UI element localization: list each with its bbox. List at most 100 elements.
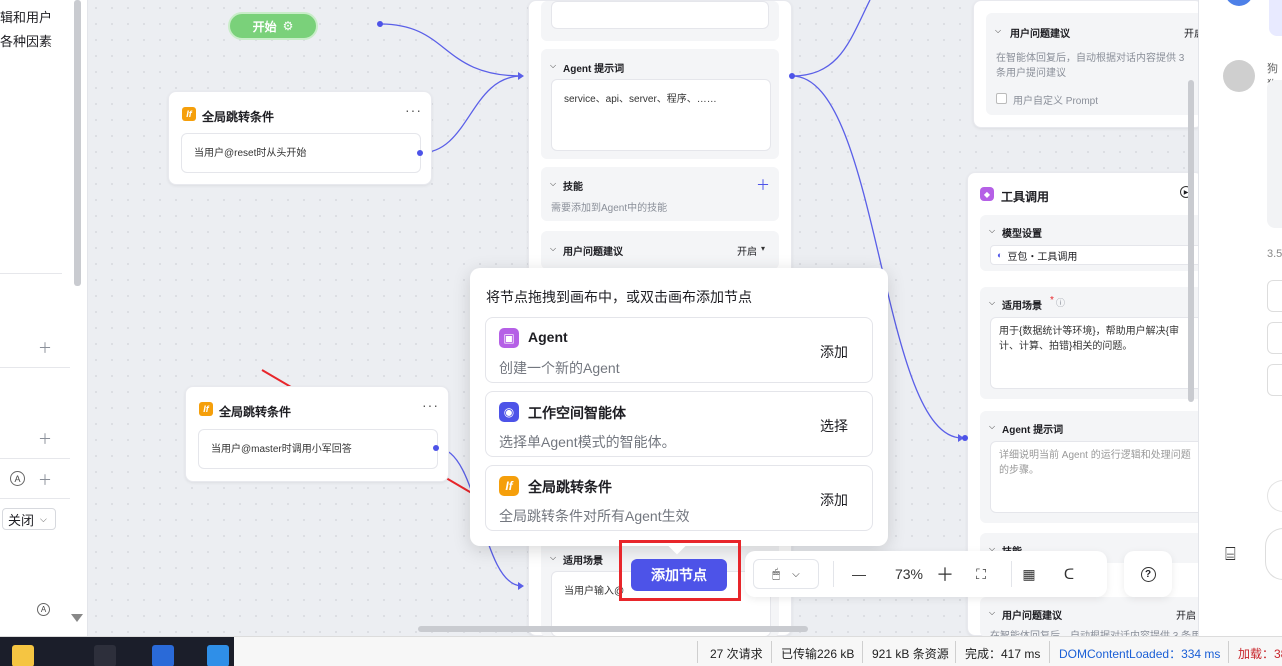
connector-agent-to-top <box>791 0 871 77</box>
chevron-down-icon[interactable]: ⌵ <box>989 422 995 432</box>
prompt-input[interactable]: 详细说明当前 Agent 的运行逻辑和处理问题的步骤。 <box>990 441 1204 513</box>
suggest-section: ⌵ 用户问题建议 开启 在智能体回复后，自动根据对话内容提供 3 条用户提问建议… <box>986 13 1204 115</box>
required-mark: * <box>1050 295 1054 306</box>
layout-grid-icon[interactable]: ▦ <box>1019 566 1039 583</box>
model-title: 模型设置 <box>1002 229 1042 240</box>
fit-view-icon[interactable]: ⛶ <box>971 566 991 583</box>
arrowhead <box>518 72 524 80</box>
condition-input[interactable]: 当用户@reset时从头开始 <box>181 133 421 173</box>
dom-loaded-time: DOMContentLoaded：334 ms <box>1059 647 1221 661</box>
jump2-output-port[interactable] <box>433 445 439 451</box>
arrowhead <box>518 582 524 590</box>
suggest-toggle[interactable]: 开启 <box>737 243 757 258</box>
skills-hint: 需要添加到Agent中的技能 <box>551 203 668 214</box>
divider <box>862 641 863 663</box>
add-jump-button[interactable]: 添加 <box>820 490 848 510</box>
canvas-vertical-scrollbar[interactable] <box>1188 80 1194 402</box>
suggestion-chip[interactable] <box>1267 364 1282 396</box>
info-icon[interactable]: ⓘ <box>1056 296 1065 309</box>
suggestion-chip[interactable] <box>1267 322 1282 354</box>
start-output-port[interactable] <box>377 21 383 27</box>
suggest-toggle[interactable]: 开启 <box>1176 607 1196 622</box>
chevron-down-icon[interactable]: ⌵ <box>989 298 995 308</box>
connector-start-to-agent <box>379 23 523 77</box>
card-desc: 全局跳转条件对所有Agent生效 <box>499 508 690 524</box>
tool-input-port[interactable] <box>962 435 968 441</box>
help-button[interactable]: ? <box>1124 551 1172 597</box>
custom-prompt-label: 用户自定义 Prompt <box>1013 96 1099 107</box>
workspace-bot-icon: ◉ <box>499 402 519 422</box>
select-bot-button[interactable]: 选择 <box>820 416 848 436</box>
zoom-out-icon[interactable]: — <box>849 566 869 582</box>
start-node-label: 开始 <box>252 19 277 34</box>
more-icon[interactable]: ··· <box>405 102 422 118</box>
divider <box>955 641 956 663</box>
chevron-down-icon[interactable]: ⌵ <box>550 61 556 71</box>
start-node[interactable]: 开始 ⚙ <box>228 12 318 40</box>
add-agent-button[interactable]: 添加 <box>820 342 848 362</box>
doubao-icon: ◐ <box>997 250 1003 260</box>
node-title: 工具调用 <box>1001 190 1050 204</box>
chevron-down-icon[interactable]: ⌵ <box>995 26 1001 36</box>
node-card-workspace-bot[interactable]: ◉ 工作空间智能体 选择单Agent模式的智能体。 选择 <box>485 391 873 457</box>
divider <box>833 561 834 587</box>
suggest-section: ⌵ 用户问题建议 开启 ▾ <box>541 231 779 269</box>
interaction-mode-select[interactable]: 🖱 ⌵ <box>753 559 819 589</box>
agent-node-top-right[interactable]: ⌵ 用户问题建议 开启 在智能体回复后，自动根据对话内容提供 3 条用户提问建议… <box>973 0 1204 128</box>
prompt-section: ⌵ Agent 提示词 service、api、server、程序、…… <box>541 49 779 159</box>
global-jump-node-2[interactable]: If 全局跳转条件 ··· 当用户@master时调用小军回答 <box>185 386 449 482</box>
suggestion-chip[interactable] <box>1267 280 1282 312</box>
suggest-desc: 在智能体回复后，自动根据对话内容提供 3 条用户提问建议 <box>996 53 1185 79</box>
card-title: Agent <box>528 329 568 345</box>
add-icon[interactable]: ＋ <box>756 175 770 195</box>
global-jump-node-1[interactable]: If 全局跳转条件 ··· 当用户@reset时从头开始 <box>168 91 432 185</box>
suggest-section: ⌵ 用户问题建议 开启 在智能体回复后，自动根据对话内容提供 3 条用 <box>980 597 1204 642</box>
right-chat-panel: 狗狗 3.5 ⌸ <box>1198 0 1282 636</box>
prompt-title: Agent 提示词 <box>1002 425 1064 436</box>
chevron-down-icon[interactable]: ⌵ <box>989 226 995 236</box>
prompt-input[interactable]: service、api、server、程序、…… <box>551 79 771 151</box>
condition-input[interactable]: 当用户@master时调用小军回答 <box>198 429 438 469</box>
section <box>541 1 779 41</box>
prompt-section: ⌵ Agent 提示词 详细说明当前 Agent 的运行逻辑和处理问题的步骤。 <box>980 411 1204 523</box>
divider <box>697 641 698 663</box>
folder-icon[interactable] <box>12 645 34 666</box>
chevron-down-icon[interactable]: ⌵ <box>550 179 556 189</box>
node-card-agent[interactable]: ▣ Agent 创建一个新的Agent 添加 <box>485 317 873 383</box>
app-icon[interactable] <box>152 645 174 666</box>
gear-icon[interactable]: ⚙ <box>283 19 294 33</box>
agent-icon: ◆ <box>980 187 994 201</box>
chevron-down-icon[interactable]: ⌵ <box>550 553 556 563</box>
zoom-in-icon[interactable]: ＋ <box>935 561 955 587</box>
custom-prompt-checkbox[interactable] <box>996 93 1007 104</box>
chip[interactable] <box>1267 480 1282 512</box>
node-title: 全局跳转条件 <box>219 405 292 419</box>
popup-title: 将节点拖拽到画布中，或双击画布添加节点 <box>486 289 752 305</box>
chat-input[interactable] <box>1265 528 1282 580</box>
chevron-down-icon[interactable]: ⌵ <box>989 608 995 618</box>
node-card-global-jump[interactable]: If 全局跳转条件 全局跳转条件对所有Agent生效 添加 <box>485 465 873 531</box>
version-label: 3.5 <box>1267 248 1282 260</box>
skills-section: ⌵ 技能 ＋ 需要添加到Agent中的技能 <box>541 167 779 221</box>
chevron-down-icon[interactable]: ⌵ <box>550 244 556 254</box>
connector-jump1-to-agent <box>419 75 523 154</box>
user-avatar <box>1223 60 1255 92</box>
card-title: 工作空间智能体 <box>528 405 626 421</box>
app-icon[interactable] <box>94 645 116 666</box>
avatar <box>1225 0 1253 6</box>
more-icon[interactable]: ··· <box>422 397 439 413</box>
zoom-level[interactable]: 73% <box>883 566 935 582</box>
red-highlight-box <box>619 540 741 601</box>
jump1-output-port[interactable] <box>417 150 423 156</box>
os-taskbar <box>0 637 234 666</box>
clear-chat-icon[interactable]: ⌸ <box>1225 544 1236 565</box>
browser-status-bar: 27 次请求 已传输226 kB 921 kB 条资源 完成：417 ms DO… <box>0 636 1282 666</box>
agent-output-port[interactable] <box>789 73 795 79</box>
app-icon[interactable] <box>207 645 229 666</box>
canvas-horizontal-scrollbar[interactable] <box>418 626 808 632</box>
text-box[interactable] <box>551 1 769 29</box>
model-select[interactable]: ◐ 豆包・工具调用 <box>990 245 1204 265</box>
scene-input[interactable]: 用于{数据统计等环境}，帮助用户解决{审计、计算、拍错}相关的问题。 <box>990 317 1204 389</box>
connector-style-icon[interactable]: ᑕ <box>1059 566 1079 583</box>
canvas-toolbar: 🖱 ⌵ — 73% ＋ ⛶ ▦ ᑕ <box>745 551 1107 597</box>
